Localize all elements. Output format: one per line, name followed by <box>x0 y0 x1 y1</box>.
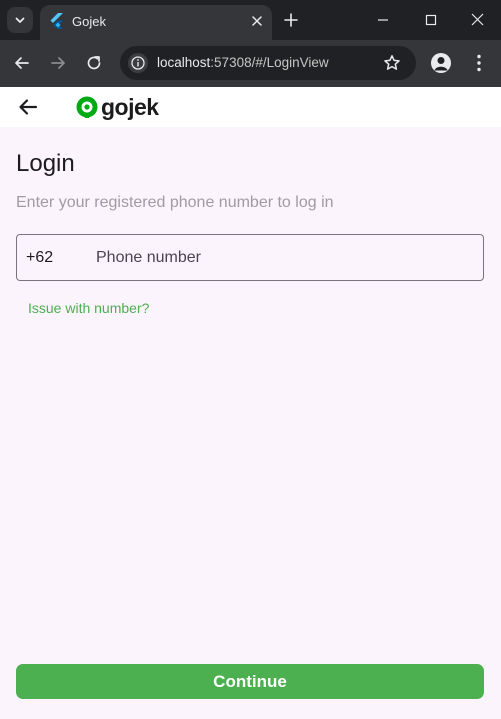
tab-search-button[interactable] <box>7 7 33 33</box>
profile-avatar[interactable] <box>431 53 451 73</box>
new-tab-icon[interactable] <box>283 12 299 28</box>
tab-title: Gojek <box>72 14 106 29</box>
maximize-icon[interactable] <box>425 14 437 26</box>
url-text[interactable]: localhost:57308/#/LoginView <box>157 55 329 70</box>
site-info-button[interactable] <box>128 53 148 73</box>
reload-icon[interactable] <box>85 54 103 72</box>
flutter-logo-icon <box>50 13 63 29</box>
person-icon <box>434 57 448 71</box>
address-bar[interactable]: localhost:57308/#/LoginView <box>120 46 416 80</box>
phone-number-input[interactable] <box>96 235 476 280</box>
more-vert-icon[interactable] <box>477 54 481 72</box>
country-code-prefix: +62 <box>26 249 54 266</box>
chevron-down-icon <box>15 17 25 23</box>
window-close-icon[interactable] <box>471 13 484 26</box>
back-arrow-icon[interactable] <box>16 95 40 119</box>
close-icon[interactable] <box>250 14 264 28</box>
phone-number-field[interactable]: +62 <box>16 234 484 281</box>
back-arrow-icon[interactable] <box>13 54 31 72</box>
gojek-logo: gojek <box>76 94 159 120</box>
bookmark-star-icon[interactable] <box>383 54 401 72</box>
app-bar: gojek <box>0 87 501 127</box>
info-icon <box>131 56 145 70</box>
issue-with-number-link[interactable]: Issue with number? <box>28 300 149 316</box>
logo-wordmark: gojek <box>101 94 159 120</box>
gojek-logo-icon <box>76 96 98 118</box>
continue-button[interactable]: Continue <box>16 664 484 699</box>
browser-titlebar: Gojek <box>0 0 501 40</box>
page-subtitle: Enter your registered phone number to lo… <box>16 194 334 211</box>
browser-toolbar: localhost:57308/#/LoginView <box>0 40 501 87</box>
minimize-icon[interactable] <box>377 14 389 26</box>
app-viewport: gojek Login Enter your registered phone … <box>0 87 501 719</box>
browser-tab[interactable]: Gojek <box>40 5 272 40</box>
forward-arrow-icon[interactable] <box>49 54 67 72</box>
page-title: Login <box>16 150 75 177</box>
